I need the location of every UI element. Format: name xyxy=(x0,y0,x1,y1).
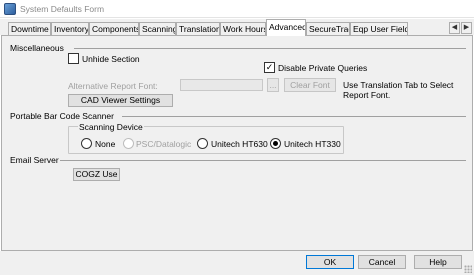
unhide-section-checkbox[interactable] xyxy=(68,53,79,64)
tab-scroll-right-icon[interactable]: ▶ xyxy=(461,22,472,34)
title-bar: System Defaults Form xyxy=(0,0,474,18)
radio-unitech-ht630[interactable] xyxy=(197,138,208,149)
tab-advanced[interactable]: Advanced xyxy=(266,19,306,36)
translation-hint-text: Use Translation Tab to Select Report Fon… xyxy=(343,80,454,100)
browse-font-button[interactable]: ... xyxy=(267,78,279,92)
cancel-button[interactable]: Cancel xyxy=(358,255,406,269)
scanning-device-label: Scanning Device xyxy=(78,122,144,132)
dialog-button-bar: OK Cancel Help xyxy=(0,251,474,275)
ok-button[interactable]: OK xyxy=(306,255,354,269)
disable-private-queries-checkbox[interactable]: ✓ xyxy=(264,62,275,73)
email-server-heading: Email Server xyxy=(10,155,59,165)
radio-psc-datalogic-label: PSC/Datalogic xyxy=(136,139,192,149)
tab-translation[interactable]: Translation xyxy=(176,22,220,35)
cad-viewer-settings-button[interactable]: CAD Viewer Settings xyxy=(68,94,173,107)
radio-psc-datalogic[interactable] xyxy=(123,138,134,149)
tab-strip: Downtime Inventory Components Scanning T… xyxy=(0,19,474,36)
tab-scroll-left-icon[interactable]: ◀ xyxy=(449,22,460,34)
app-icon xyxy=(4,2,16,15)
barcode-scanner-heading: Portable Bar Code Scanner xyxy=(10,111,114,121)
alternative-report-font-field[interactable] xyxy=(180,79,263,91)
miscellaneous-divider xyxy=(74,48,466,49)
barcode-scanner-divider xyxy=(122,116,466,117)
window-title: System Defaults Form xyxy=(20,3,105,14)
radio-none-label: None xyxy=(95,139,116,149)
tab-scanning[interactable]: Scanning xyxy=(139,22,176,35)
radio-unitech-ht330-label: Unitech HT330 xyxy=(284,139,341,149)
email-server-divider xyxy=(60,160,466,161)
tab-work-hours[interactable]: Work Hours xyxy=(220,22,266,35)
advanced-panel: Miscellaneous Unhide Section ✓ Disable P… xyxy=(1,35,473,251)
radio-selected-dot xyxy=(273,141,278,146)
radio-none[interactable] xyxy=(81,138,92,149)
radio-unitech-ht330[interactable] xyxy=(270,138,281,149)
unhide-section-label: Unhide Section xyxy=(82,54,140,64)
alternative-report-font-label: Alternative Report Font: xyxy=(68,81,158,91)
clear-font-button[interactable]: Clear Font xyxy=(284,78,336,92)
help-button[interactable]: Help xyxy=(414,255,462,269)
tab-inventory[interactable]: Inventory xyxy=(51,22,89,35)
tab-scroll-arrows: ◀ ▶ xyxy=(449,22,472,34)
radio-unitech-ht630-label: Unitech HT630 xyxy=(211,139,268,149)
tab-downtime[interactable]: Downtime xyxy=(8,22,51,35)
tab-eqp-user-fields[interactable]: Eqp User Fields xyxy=(350,22,408,35)
tab-components[interactable]: Components xyxy=(89,22,139,35)
resize-grip-icon[interactable] xyxy=(464,265,472,273)
miscellaneous-heading: Miscellaneous xyxy=(10,43,64,53)
disable-private-queries-label: Disable Private Queries xyxy=(278,63,368,73)
tab-securetrac[interactable]: SecureTrac xyxy=(306,22,350,35)
cogz-use-button[interactable]: COGZ Use xyxy=(73,168,120,181)
